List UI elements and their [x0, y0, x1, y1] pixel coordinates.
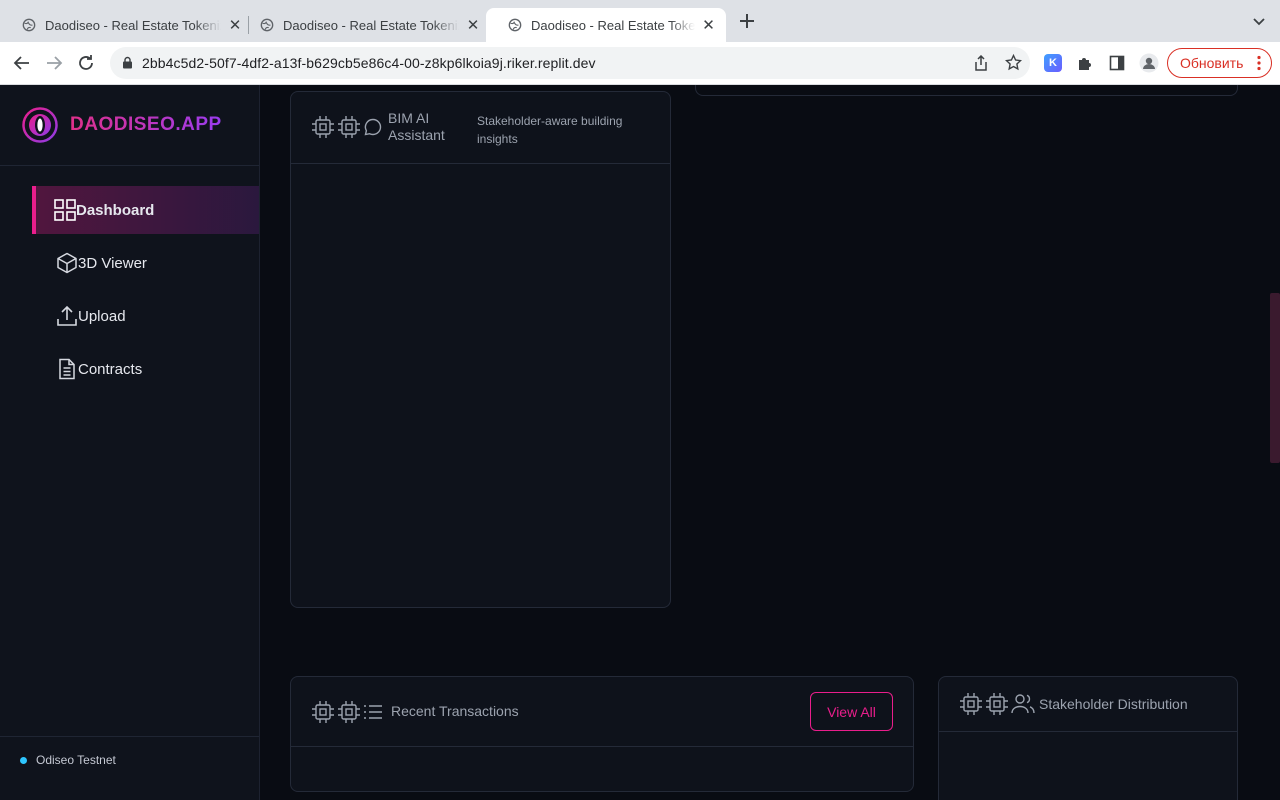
- star-icon[interactable]: [1005, 54, 1022, 71]
- forward-button[interactable]: [44, 53, 64, 73]
- users-icon: [1011, 694, 1035, 714]
- close-tab-icon[interactable]: ✕: [465, 16, 481, 34]
- new-tab-button[interactable]: [738, 12, 756, 34]
- globe-icon: [22, 18, 36, 32]
- card-title: Stakeholder Distribution: [1039, 696, 1188, 712]
- arrow-right-icon: [47, 56, 63, 70]
- network-status: Odiseo Testnet: [20, 753, 116, 767]
- tab-title: Daodiseo - Real Estate Tokeniz: [45, 17, 221, 33]
- view-all-label: View All: [827, 703, 876, 720]
- more-vertical-icon[interactable]: [1257, 55, 1261, 71]
- stakeholder-distribution-card: Stakeholder Distribution: [938, 676, 1238, 800]
- url-text: 2bb4c5d2-50f7-4df2-a13f-b629cb5e86c4-00-…: [142, 55, 596, 71]
- chip-icon: [338, 701, 360, 723]
- upload-icon: [56, 305, 78, 327]
- card-header: Stakeholder Distribution: [939, 677, 1237, 732]
- list-icon: [364, 705, 382, 719]
- chevron-down-icon: [1253, 18, 1265, 26]
- reload-button[interactable]: [76, 53, 96, 73]
- network-name: Odiseo Testnet: [36, 753, 116, 767]
- sidebar-item-3d-viewer[interactable]: 3D Viewer: [32, 239, 259, 287]
- network-status-dot: [20, 756, 27, 764]
- cube-icon: [56, 252, 78, 274]
- reload-icon: [79, 55, 93, 70]
- globe-icon: [508, 18, 522, 32]
- extension-k-icon[interactable]: K: [1044, 54, 1062, 72]
- update-button[interactable]: Обновить: [1167, 48, 1272, 78]
- tab-title: Daodiseo - Real Estate Tokeniz: [283, 17, 459, 33]
- grid-icon: [54, 199, 76, 221]
- main-content: BIM AI Assistant Stakeholder-aware build…: [260, 85, 1280, 800]
- browser-toolbar: 2bb4c5d2-50f7-4df2-a13f-b629cb5e86c4-00-…: [0, 42, 1280, 85]
- browser-tab-1[interactable]: Daodiseo - Real Estate Tokeniz ✕: [0, 8, 253, 42]
- chip-icon: [986, 693, 1008, 715]
- brand[interactable]: DAODISEO.APP: [22, 107, 222, 143]
- update-label: Обновить: [1180, 55, 1244, 71]
- document-icon: [56, 358, 78, 380]
- daodiseo-logo-icon: [22, 107, 58, 143]
- back-button[interactable]: [12, 53, 32, 73]
- side-panel-button[interactable]: [1107, 53, 1127, 73]
- arrow-left-icon: [13, 56, 29, 70]
- sidebar-item-dashboard[interactable]: Dashboard: [32, 186, 259, 234]
- sidebar-item-label: Upload: [78, 307, 126, 325]
- sidebar-item-contracts[interactable]: Contracts: [32, 345, 259, 393]
- card-subtitle: Stakeholder-aware building insights: [477, 114, 623, 146]
- chip-icon: [312, 116, 334, 138]
- lock-icon: [123, 56, 132, 69]
- bim-assistant-card: BIM AI Assistant Stakeholder-aware build…: [290, 91, 671, 608]
- address-bar[interactable]: 2bb4c5d2-50f7-4df2-a13f-b629cb5e86c4-00-…: [110, 47, 1030, 79]
- chip-icon: [312, 701, 334, 723]
- browser-tab-bar: Daodiseo - Real Estate Tokeniz ✕ Daodise…: [0, 0, 1280, 42]
- avatar-icon: [1139, 53, 1159, 73]
- plus-icon: [740, 14, 754, 28]
- side-panel-icon: [1109, 55, 1125, 71]
- close-tab-icon[interactable]: ✕: [701, 16, 716, 34]
- card-header: Recent Transactions View All: [291, 677, 913, 747]
- card-header: BIM AI Assistant Stakeholder-aware build…: [291, 92, 670, 164]
- sidebar: DAODISEO.APP Dashboard 3D Viewer Upload …: [0, 85, 260, 800]
- header-icons: [311, 700, 383, 724]
- header-icons: [311, 115, 383, 139]
- extensions-button[interactable]: [1075, 53, 1095, 73]
- share-icon[interactable]: [974, 55, 988, 71]
- sidebar-item-label: Dashboard: [76, 201, 155, 219]
- view-all-button[interactable]: View All: [810, 692, 893, 731]
- chip-icon: [960, 693, 982, 715]
- recent-transactions-card: Recent Transactions View All: [290, 676, 914, 792]
- extension-badge-letter: K: [1049, 57, 1057, 69]
- browser-tab-3-active[interactable]: Daodiseo - Real Estate Tokeniz ✕: [486, 8, 726, 42]
- chip-icon: [338, 116, 360, 138]
- card-bottom-edge: [695, 85, 1238, 96]
- sidebar-item-label: 3D Viewer: [78, 254, 147, 272]
- sidebar-item-upload[interactable]: Upload: [32, 292, 259, 340]
- chat-bubble-icon: [364, 118, 382, 136]
- page-scrollbar-thumb[interactable]: [1270, 293, 1280, 463]
- globe-icon: [260, 18, 274, 32]
- sidebar-item-label: Contracts: [78, 360, 143, 378]
- card-title: Recent Transactions: [391, 703, 519, 719]
- divider: [0, 165, 259, 166]
- browser-tab-2[interactable]: Daodiseo - Real Estate Tokeniz ✕: [238, 8, 491, 42]
- tab-search-button[interactable]: [1252, 14, 1266, 33]
- profile-button[interactable]: [1139, 53, 1159, 73]
- brand-name: DAODISEO.APP: [70, 114, 222, 135]
- tab-title: Daodiseo - Real Estate Tokeniz: [531, 17, 696, 33]
- header-icons: [959, 692, 1035, 716]
- puzzle-icon: [1079, 58, 1091, 70]
- card-title: BIM AI Assistant: [388, 110, 445, 143]
- divider: [0, 736, 259, 737]
